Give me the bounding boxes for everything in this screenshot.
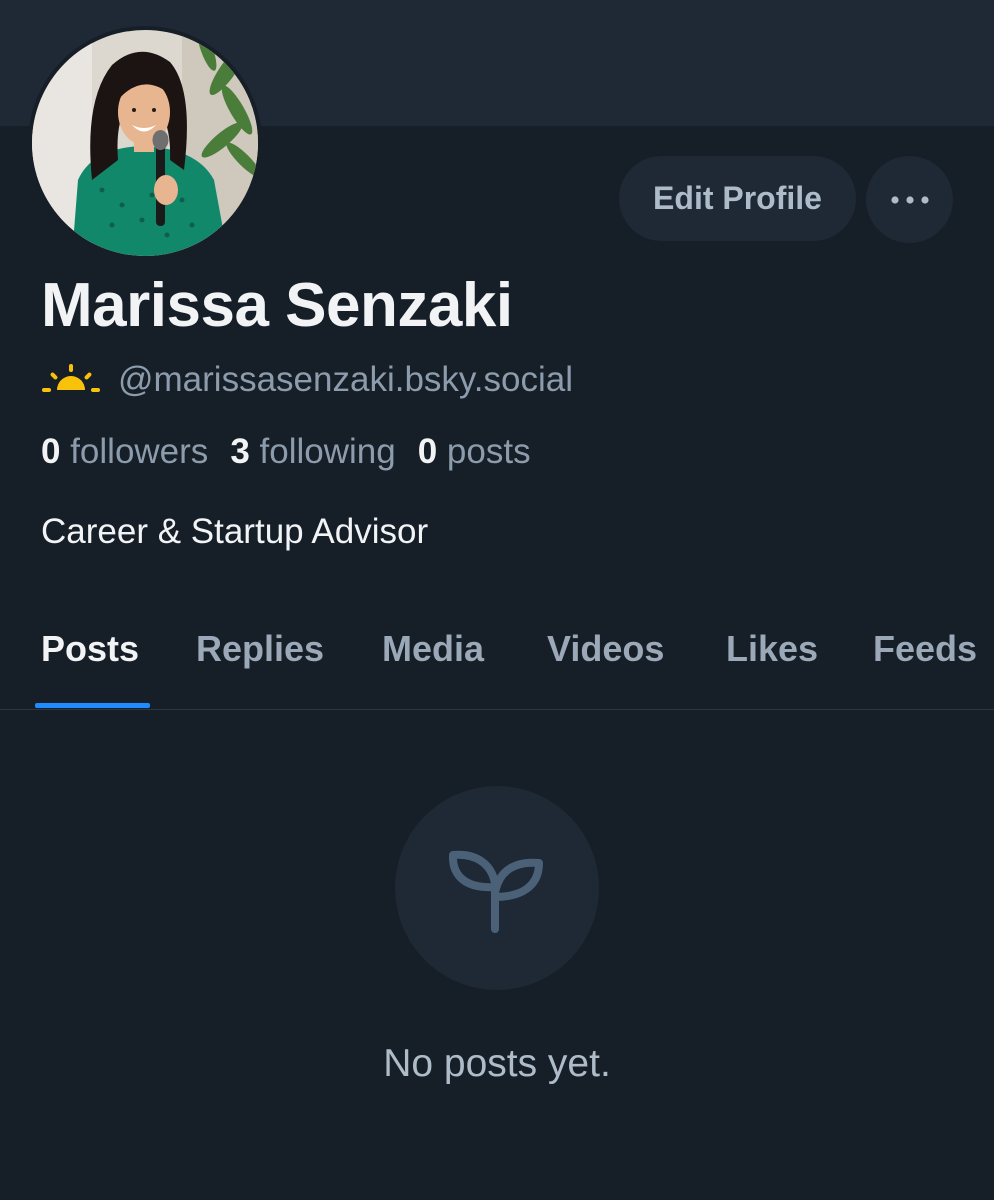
- ellipsis-icon: [890, 195, 929, 204]
- avatar[interactable]: [28, 26, 262, 260]
- tab-posts[interactable]: Posts: [41, 628, 139, 670]
- posts-label: posts: [446, 432, 531, 471]
- tab-feeds[interactable]: Feeds: [873, 628, 977, 670]
- profile-bio: Career & Startup Advisor: [41, 512, 429, 551]
- following-count: 3: [230, 432, 250, 471]
- followers-stat[interactable]: 0 followers: [41, 432, 208, 472]
- empty-state-badge: [395, 786, 599, 990]
- following-label: following: [259, 432, 396, 471]
- tab-videos[interactable]: Videos: [547, 628, 664, 670]
- sprout-icon: [448, 850, 543, 933]
- posts-count: 0: [417, 432, 438, 471]
- active-tab-indicator: [35, 703, 150, 708]
- tab-replies[interactable]: Replies: [196, 628, 324, 670]
- posts-stat: 0 posts: [418, 432, 531, 472]
- tab-likes[interactable]: Likes: [726, 628, 818, 670]
- profile-tabs: Posts Replies Media Videos Likes Feeds: [0, 600, 994, 710]
- more-options-button[interactable]: [866, 156, 953, 243]
- display-name: Marissa Senzaki: [41, 271, 513, 340]
- profile-handle[interactable]: @marissasenzaki.bsky.social: [118, 360, 573, 400]
- empty-state-message: No posts yet.: [383, 1042, 611, 1085]
- followers-count: 0: [41, 432, 61, 471]
- avatar-photo: [32, 30, 258, 256]
- edit-profile-button[interactable]: Edit Profile: [619, 156, 856, 241]
- following-stat[interactable]: 3 following: [230, 432, 395, 472]
- profile-stats: 0 followers 3 following 0 posts: [41, 432, 553, 472]
- followers-label: followers: [70, 432, 209, 471]
- tab-media[interactable]: Media: [382, 628, 484, 670]
- handle-row: @marissasenzaki.bsky.social: [42, 358, 573, 402]
- sun-icon: [42, 364, 100, 392]
